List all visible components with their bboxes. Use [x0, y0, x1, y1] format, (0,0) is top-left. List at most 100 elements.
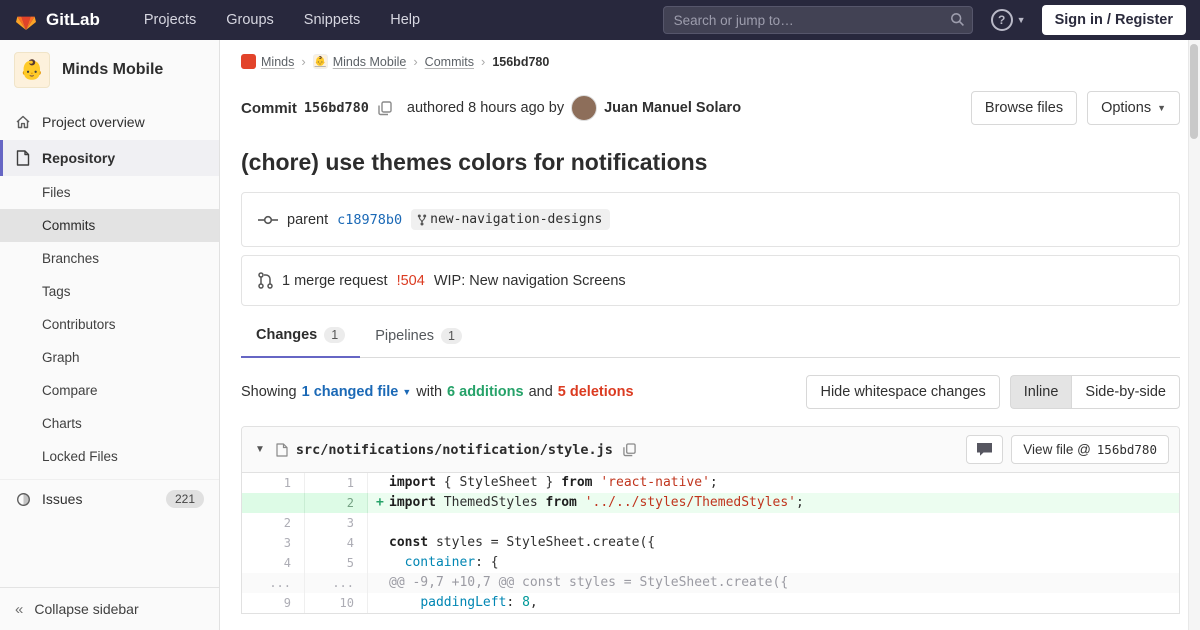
mr-ref-link[interactable]: !504 [397, 273, 425, 289]
diff-line-number-new[interactable]: ... [304, 573, 368, 593]
diff-file-actions: View file @ 156bd780 [966, 435, 1169, 464]
diff-line-number-old[interactable] [242, 493, 305, 513]
sidebar-item-locked-files[interactable]: Locked Files [0, 440, 219, 473]
nav-help[interactable]: Help [390, 12, 420, 28]
parent-commit-box: parent c18978b0 new-navigation-designs [241, 192, 1180, 247]
nav-projects[interactable]: Projects [144, 12, 196, 28]
diff-row: 45 container: { [242, 553, 1179, 573]
diff-code-line: + import ThemedStyles from '../../styles/… [367, 493, 1179, 513]
merge-request-box: 1 merge request !504 WIP: New navigation… [241, 255, 1180, 306]
diff-row: 2 + import ThemedStyles from '../../styles… [242, 493, 1179, 513]
search-icon[interactable] [950, 12, 965, 27]
view-file-button[interactable]: View file @ 156bd780 [1011, 435, 1169, 464]
copy-file-path-button[interactable] [621, 441, 638, 459]
sidebar-item-label: Repository [42, 150, 116, 166]
diff-code-line: import { StyleSheet } from 'react-native… [389, 475, 718, 490]
chevron-down-icon: ▼ [402, 387, 412, 397]
diff-view-controls: Hide whitespace changes Inline Side-by-s… [806, 375, 1180, 409]
changes-count-badge: 1 [324, 327, 346, 343]
options-button[interactable]: Options ▼ [1087, 91, 1180, 125]
scrollbar[interactable] [1188, 40, 1200, 630]
tab-pipelines[interactable]: Pipelines 1 [360, 314, 477, 357]
diff-line-number-new[interactable]: 4 [304, 533, 368, 553]
diff-line-number-old[interactable]: 3 [242, 533, 305, 553]
diff-row: 11 import { StyleSheet } from 'react-nat… [242, 473, 1179, 493]
project-header[interactable]: 👶 Minds Mobile [0, 40, 219, 98]
breadcrumb-commits[interactable]: Commits [425, 55, 474, 69]
issues-count-badge: 221 [165, 490, 204, 508]
copy-sha-button[interactable] [376, 99, 394, 118]
mr-title: WIP: New navigation Screens [433, 272, 626, 289]
author-name[interactable]: Juan Manuel Solaro [604, 100, 741, 116]
project-avatar-small: 👶 [312, 54, 328, 69]
branch-ref[interactable]: new-navigation-designs [411, 209, 611, 230]
search-input[interactable] [662, 6, 973, 34]
chevron-right-icon: › [301, 54, 306, 69]
breadcrumb-group[interactable]: Minds [241, 54, 294, 69]
project-avatar: 👶 [14, 52, 50, 88]
chevron-right-icon: › [480, 54, 486, 69]
sidebar-item-contributors[interactable]: Contributors [0, 308, 219, 341]
and-text: and [528, 384, 553, 400]
diff-line-number-new[interactable]: 3 [304, 513, 368, 533]
collapse-diff-caret-icon[interactable]: ▼ [252, 444, 268, 455]
parent-sha-link[interactable]: c18978b0 [337, 212, 402, 228]
sidebar-item-files[interactable]: Files [0, 176, 219, 209]
breadcrumb-project[interactable]: 👶 Minds Mobile [312, 54, 406, 69]
gitlab-logo[interactable]: GitLab [14, 8, 100, 32]
diff-line-number-old[interactable]: 2 [242, 513, 305, 533]
sidebar-item-commits[interactable]: Commits [0, 209, 219, 242]
sidebar-item-charts[interactable]: Charts [0, 407, 219, 440]
diff-line-number-old[interactable]: 4 [242, 553, 305, 573]
parent-label: parent [287, 211, 329, 228]
global-search [662, 6, 973, 34]
project-name: Minds Mobile [62, 61, 164, 78]
author-avatar[interactable] [571, 95, 598, 121]
sidebar-item-branches[interactable]: Branches [0, 242, 219, 275]
sidebar-item-repository[interactable]: Repository [0, 140, 219, 176]
group-avatar [241, 54, 256, 69]
tab-changes[interactable]: Changes 1 [241, 314, 361, 358]
side-by-side-view-button[interactable]: Side-by-side [1071, 375, 1180, 409]
issues-icon [15, 492, 31, 507]
sidebar-item-graph[interactable]: Graph [0, 341, 219, 374]
diff-line-number-old[interactable]: ... [242, 573, 305, 593]
collapse-sidebar-button[interactable]: « Collapse sidebar [0, 587, 219, 630]
sidebar-item-issues[interactable]: Issues 221 [0, 479, 219, 518]
commit-tabs: Changes 1 Pipelines 1 [241, 314, 1180, 358]
diff-line-number-new[interactable]: 2 [304, 493, 368, 513]
breadcrumb: Minds › 👶 Minds Mobile › Commits › 156bd… [237, 40, 1184, 79]
sign-in-register-button[interactable]: Sign in / Register [1041, 5, 1186, 35]
collapse-label: Collapse sidebar [34, 601, 139, 617]
diff-line-number-new[interactable]: 5 [304, 553, 368, 573]
sidebar-item-project-overview[interactable]: Project overview [0, 104, 219, 140]
diff-file-path[interactable]: src/notifications/notification/style.js [296, 442, 613, 458]
diff-row: ...... @@ -9,7 +10,7 @@ const styles = S… [242, 573, 1179, 593]
changed-file-dropdown[interactable]: 1 changed file ▼ [302, 384, 412, 400]
repository-icon [15, 150, 31, 166]
diff-code-line: paddingLeft: 8, [420, 595, 538, 610]
help-menu[interactable]: ? ▼ [990, 9, 1026, 31]
commit-title: (chore) use themes colors for notificati… [241, 149, 708, 175]
diff-file-header: ▼ src/notifications/notification/style.j… [242, 427, 1179, 473]
diff-code-line: container: { [404, 555, 499, 570]
diff-line-number-new[interactable]: 1 [304, 473, 368, 493]
file-icon [276, 442, 288, 457]
inline-view-button[interactable]: Inline [1009, 375, 1072, 409]
sidebar-item-compare[interactable]: Compare [0, 374, 219, 407]
diff-code-line: @@ -9,7 +10,7 @@ const styles = StyleShe… [367, 573, 1179, 593]
sidebar-item-label: Issues [42, 491, 83, 507]
scrollbar-thumb[interactable] [1190, 44, 1198, 139]
diff-line-number-old[interactable]: 9 [242, 593, 305, 613]
help-icon: ? [990, 9, 1013, 31]
commit-meta-row: Commit 156bd780 authored 8 hours ago by … [237, 79, 1184, 131]
hide-whitespace-button[interactable]: Hide whitespace changes [806, 375, 1000, 409]
browse-files-button[interactable]: Browse files [970, 91, 1078, 125]
diff-line-number-new[interactable]: 10 [304, 593, 368, 613]
nav-snippets[interactable]: Snippets [304, 12, 360, 28]
diff-row: 23 [242, 513, 1179, 533]
diff-line-number-old[interactable]: 1 [242, 473, 305, 493]
toggle-comments-button[interactable] [966, 435, 1004, 464]
nav-groups[interactable]: Groups [226, 12, 274, 28]
sidebar-item-tags[interactable]: Tags [0, 275, 219, 308]
